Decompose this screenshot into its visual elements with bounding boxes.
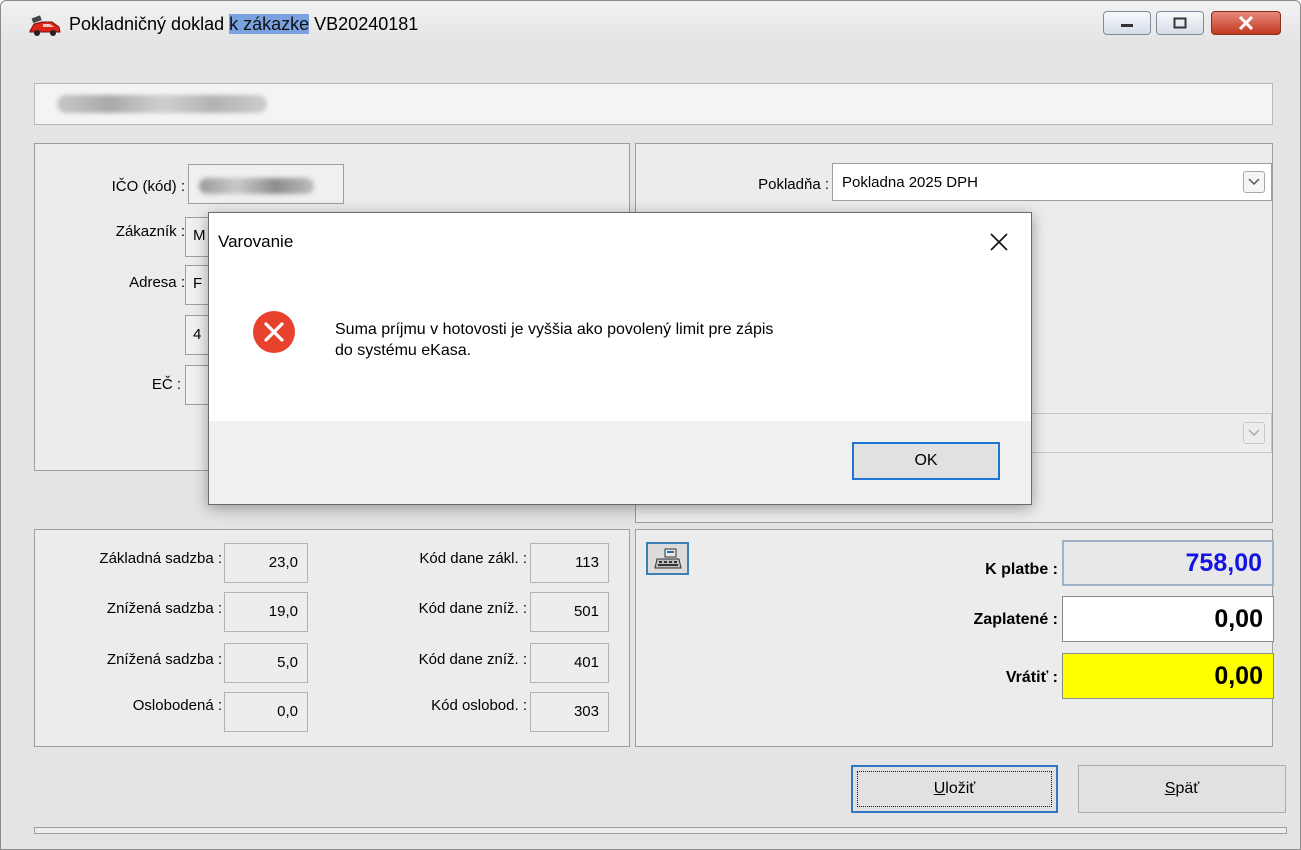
- reduced-code-2-label: Kód dane zníž. :: [418, 651, 527, 668]
- amount-due-label: K platbe :: [985, 561, 1058, 578]
- dialog-close-button[interactable]: [982, 227, 1016, 257]
- reduced-code-2-value[interactable]: 401: [530, 643, 609, 683]
- title-end: VB20240181: [309, 14, 419, 34]
- exempt-code-label: Kód oslobod. :: [431, 697, 527, 714]
- address-line2-value: 4: [193, 326, 202, 343]
- dialog-message-line-1: Suma príjmu v hotovosti je vyššia ako po…: [335, 321, 774, 338]
- close-icon: [1238, 16, 1254, 30]
- dialog-message: Suma príjmu v hotovosti je vyššia ako po…: [335, 319, 995, 361]
- amount-due-value: 758,00: [1062, 540, 1274, 586]
- amount-paid-label: Zaplatené :: [973, 611, 1058, 628]
- title-highlight: k zákazke: [229, 14, 310, 34]
- minimize-button[interactable]: [1103, 11, 1151, 35]
- address-label: Adresa :: [129, 274, 185, 291]
- title-start: Pokladničný doklad: [69, 14, 230, 34]
- ico-label: IČO (kód) :: [111, 178, 185, 195]
- amount-paid-input[interactable]: 0,00: [1062, 596, 1274, 642]
- disabled-select-dropdown: [1243, 422, 1265, 444]
- address-value: F: [193, 275, 203, 292]
- chevron-down-icon: [1248, 178, 1260, 186]
- cash-register-value: Pokladna 2025 DPH: [842, 174, 978, 191]
- exempt-rate-value[interactable]: 0,0: [224, 692, 308, 732]
- base-code-label: Kód dane zákl. :: [419, 550, 527, 567]
- window-close-button[interactable]: [1211, 11, 1281, 35]
- customer-label: Zákazník :: [115, 223, 185, 240]
- reduced-rate-value[interactable]: 19,0: [224, 592, 308, 632]
- ec-label: EČ :: [151, 376, 181, 393]
- chevron-down-icon: [1248, 429, 1260, 437]
- base-code-value[interactable]: 113: [530, 543, 609, 583]
- exempt-rate-label: Oslobodená :: [132, 697, 222, 714]
- maximize-icon: [1173, 17, 1187, 29]
- ico-field[interactable]: [188, 164, 344, 204]
- customer-value: M: [193, 227, 206, 244]
- dialog-title: Varovanie: [218, 232, 294, 251]
- reduced-rate-2-label: Znížená sadzba :: [106, 651, 222, 668]
- back-label-accel: S: [1164, 780, 1176, 797]
- cash-register-dropdown[interactable]: [1243, 171, 1265, 193]
- save-button[interactable]: Uložiť: [851, 765, 1058, 813]
- title-bar[interactable]: Pokladničný doklad k zákazke VB20240181: [1, 1, 1300, 49]
- minimize-icon: [1121, 24, 1133, 27]
- close-icon: [990, 233, 1008, 251]
- main-window: Pokladničný doklad k zákazke VB20240181 …: [0, 0, 1301, 850]
- disabled-select: [1021, 413, 1272, 453]
- error-icon: [253, 311, 295, 353]
- reduced-rate-label: Znížená sadzba :: [106, 600, 222, 617]
- reduced-rate-2-value[interactable]: 5,0: [224, 643, 308, 683]
- cash-register-icon: [653, 548, 682, 568]
- back-label: päť: [1175, 780, 1200, 797]
- change-label: Vrátiť :: [1005, 669, 1058, 686]
- redacted-name: [57, 95, 267, 113]
- cash-register-select[interactable]: Pokladna 2025 DPH: [832, 163, 1272, 201]
- change-value: 0,00: [1062, 653, 1274, 699]
- tax-rates-group: Základná sadzba : 23,0 Kód dane zákl. : …: [34, 529, 630, 747]
- maximize-button[interactable]: [1156, 11, 1204, 35]
- cash-register-print-button[interactable]: [646, 542, 689, 575]
- dialog-footer: OK: [209, 421, 1031, 504]
- focus-rectangle: [857, 771, 1052, 807]
- base-rate-value[interactable]: 23,0: [224, 543, 308, 583]
- warning-dialog: Varovanie Suma príjmu v hotovosti je vyš…: [208, 212, 1032, 505]
- customer-name-strip: [34, 83, 1273, 125]
- back-button[interactable]: Späť: [1078, 765, 1286, 813]
- base-rate-label: Základná sadzba :: [99, 550, 222, 567]
- exempt-code-value[interactable]: 303: [530, 692, 609, 732]
- reduced-code-value[interactable]: 501: [530, 592, 609, 632]
- cash-register-label: Pokladňa :: [758, 176, 829, 193]
- dialog-message-line-2: do systému eKasa.: [335, 342, 472, 359]
- redacted-ico: [199, 178, 314, 194]
- bottom-divider: [34, 827, 1287, 834]
- app-car-icon: [29, 15, 61, 36]
- ok-button[interactable]: OK: [852, 442, 1000, 480]
- reduced-code-label: Kód dane zníž. :: [418, 600, 527, 617]
- window-title: Pokladničný doklad k zákazke VB20240181: [69, 14, 418, 35]
